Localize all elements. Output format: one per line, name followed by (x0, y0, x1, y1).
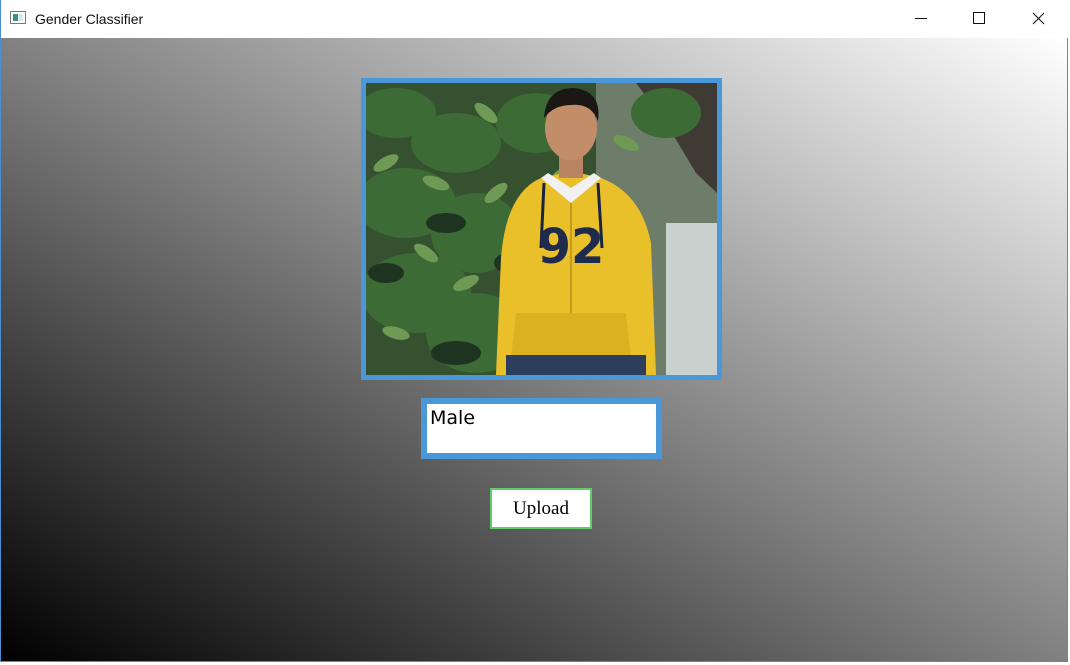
hoodie-number: 92 (538, 219, 605, 275)
prediction-label: Male (430, 407, 476, 429)
maximize-icon (973, 12, 985, 24)
uploaded-photo: 92 (361, 78, 722, 380)
minimize-icon (915, 18, 927, 19)
upload-button[interactable]: Upload (490, 488, 592, 529)
app-window: Gender Classifier 92 Male Upload (0, 0, 1069, 662)
minimize-button[interactable] (892, 0, 950, 38)
window-title: Gender Classifier (35, 11, 144, 27)
close-icon (1032, 12, 1045, 25)
app-icon (10, 11, 26, 24)
close-button[interactable] (1009, 0, 1067, 38)
person-photo-icon: 92 (366, 83, 717, 375)
title-bar[interactable]: Gender Classifier (1, 0, 1069, 38)
prediction-result-box: Male (421, 398, 662, 459)
main-panel: 92 Male Upload (1, 38, 1067, 661)
maximize-button[interactable] (950, 0, 1008, 38)
